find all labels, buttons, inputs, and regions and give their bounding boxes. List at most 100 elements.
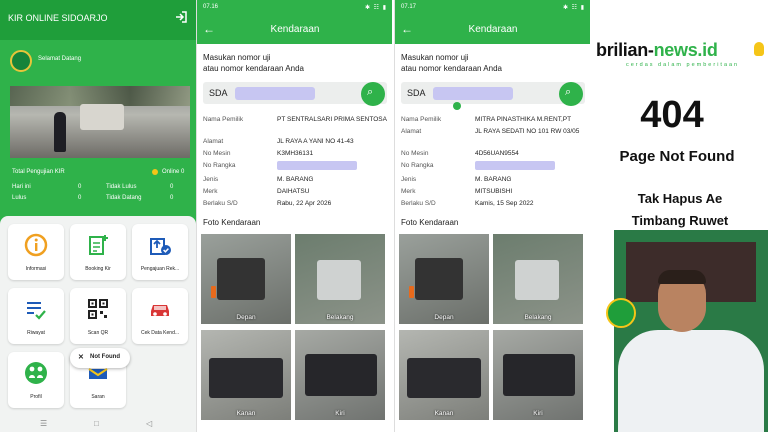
stats-panel: Total Pengujian KIR Online 0 Hari ini 0 … [6,164,190,214]
back-nav-icon[interactable]: ◁ [146,419,152,428]
search-button[interactable]: ⌕ [559,82,583,106]
search-icon: ⌕ [565,86,572,98]
plate-prefix: SDA [407,88,426,98]
photo-front[interactable]: Depan [399,234,489,324]
info-value: PT SENTRALSARI PRIMA SENTOSA [277,116,387,123]
welcome-text: Selamat Datang [38,56,82,62]
info-label: Nama Pemilik [203,116,244,123]
info-value: MITRA PINASTHIKA M.RENT,PT [475,116,572,123]
home-icon[interactable]: □ [94,419,99,428]
menu-profil[interactable]: Profil [8,352,64,408]
info-label: Alamat [401,128,422,135]
status-time: 07.17 [401,4,417,10]
error-message: Page Not Found [619,148,735,165]
photo-caption: Kiri [533,410,543,417]
screen-title: Kendaraan [270,24,320,35]
photo-caption: Kiri [335,410,345,417]
menu-pengajuan[interactable]: Pengajuan Rek... [132,224,188,280]
menu-label: Saran [91,394,105,400]
menu-label: Informasi [25,266,47,272]
info-value: M. BARANG [277,176,314,183]
photo-front[interactable]: Depan [201,234,291,324]
vehicle-shape [503,354,575,396]
official-portrait [592,230,768,432]
brand-main: brilian- [596,40,654,60]
lightbulb-icon [754,42,764,56]
vehicle-shape [407,358,481,398]
search-button[interactable]: ⌕ [361,82,385,106]
plate-search-input[interactable]: SDA [203,82,387,104]
info-label: Merk [203,188,218,195]
back-arrow-icon[interactable]: ← [203,22,215,36]
android-nav-bar [197,422,392,432]
redacted-plate [235,87,315,100]
redacted-chassis-number [475,161,555,170]
info-label: No Mesin [401,150,429,157]
slogan-line: Tak Hapus Ae [637,191,723,206]
stat-value: 0 [170,184,174,190]
traffic-cone [409,286,414,298]
kendaraan-screen-1: 07.16 ✱ ☷ ▮ Kendaraan ← Masukan nomor uj… [196,0,392,432]
stat-label: Tidak Datang [106,195,142,201]
brand-accent: news.id [653,40,718,60]
vehicle-shape [317,260,361,300]
logout-icon[interactable] [174,10,188,24]
plate-prefix: SDA [209,88,228,98]
photo-back[interactable]: Belakang [295,234,385,324]
info-value: Kamis, 15 Sep 2022 [475,200,534,207]
menu-cek-data-kendaraan[interactable]: Cek Data Kend... [132,288,188,344]
qr-code-icon [88,299,108,319]
welcome-banner: Selamat Datang [6,46,190,82]
search-icon: ⌕ [367,86,374,98]
status-icons: ✱ ☷ ▮ [562,5,585,11]
prompt-line: atau nomor kendaraan Anda [203,64,304,73]
info-value: MITSUBISHI [475,188,513,195]
info-value: JL RAYA SEDATI NO 101 RW 03/05 [475,128,580,135]
photo-section-title: Foto Kendaraan [203,218,261,227]
menu-label: Cek Data Kend... [140,330,180,336]
info-label: Merk [401,188,416,195]
stat-value: 0 [78,184,82,190]
back-arrow-icon[interactable]: ← [401,22,413,36]
prompt-line: Masukan nomor uji [203,53,271,62]
photo-back[interactable]: Belakang [493,234,583,324]
photo-caption: Kanan [236,410,256,417]
stat-value: 0 [78,195,82,201]
slogan: Tak Hapus Ae Timbang Ruwet [592,188,768,232]
plate-search-input[interactable]: SDA [401,82,585,104]
info-label: No Rangka [401,162,434,169]
search-prompt: Masukan nomor uji atau nomor kendaraan A… [203,52,387,74]
menu-booking-kir[interactable]: Booking Kir [70,224,126,280]
android-nav-bar: ☰ □ ◁ [0,416,196,432]
menu-grid: Informasi Booking Kir Pengajuan Rek... R… [0,216,196,416]
screen-header: Kendaraan ← [395,16,590,44]
online-status-icon [152,169,158,175]
slogan-line: Timbang Ruwet [631,213,729,228]
banner-photo [10,86,190,158]
stat-value: 0 [170,195,174,201]
traffic-cone [211,286,216,298]
history-list-icon [27,302,46,320]
info-value: 4D56UAN9554 [475,150,519,157]
recents-icon[interactable]: ☰ [40,419,47,428]
redacted-plate [433,87,513,100]
app-badge-icon: ✕ [78,354,84,361]
menu-riwayat[interactable]: Riwayat [8,288,64,344]
photo-right[interactable]: Kanan [201,330,291,420]
menu-label: Profil [30,394,42,400]
menu-scan-qr[interactable]: Scan QR [70,288,126,344]
info-icon [24,233,48,257]
info-value: M. BARANG [475,176,512,183]
stats-title: Total Pengujian KIR [12,169,65,175]
menu-label: Booking Kir [85,266,111,272]
photo-right[interactable]: Kanan [399,330,489,420]
photo-left[interactable]: Kiri [295,330,385,420]
portrait-uniform [618,330,764,432]
menu-informasi[interactable]: Informasi [8,224,64,280]
info-value: DAIHATSU [277,188,310,195]
document-add-icon [89,235,108,255]
photo-caption: Depan [236,314,256,321]
profile-icon [25,362,47,384]
photo-left[interactable]: Kiri [493,330,583,420]
status-icons: ✱ ☷ ▮ [364,5,387,11]
